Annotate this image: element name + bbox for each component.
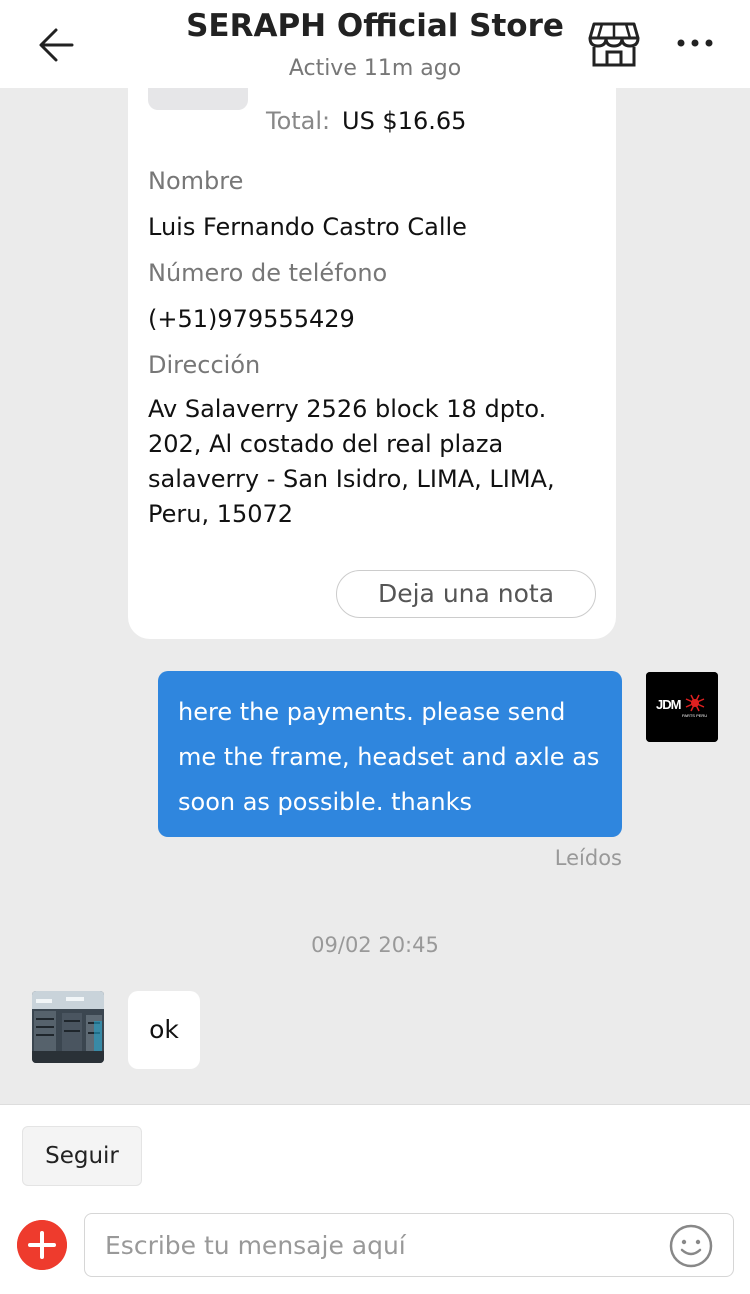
- address-value: Av Salaverry 2526 block 18 dpto. 202, Al…: [148, 395, 555, 528]
- composer-footer: Seguir: [0, 1104, 750, 1294]
- user-avatar[interactable]: JDM PARTS PERU: [646, 672, 718, 742]
- follow-button[interactable]: Seguir: [22, 1126, 142, 1186]
- name-value: Luis Fernando Castro Calle: [148, 213, 467, 241]
- outgoing-message[interactable]: here the payments. please send me the fr…: [158, 671, 622, 837]
- smiley-icon[interactable]: [668, 1223, 714, 1269]
- avatar-logo-text: JDM: [656, 697, 681, 712]
- message-input[interactable]: [84, 1213, 734, 1277]
- incoming-message[interactable]: ok: [128, 991, 200, 1069]
- store-icon[interactable]: [588, 20, 640, 68]
- leave-note-button[interactable]: Deja una nota: [336, 570, 596, 618]
- more-icon[interactable]: [672, 28, 718, 58]
- phone-value: (+51)979555429: [148, 305, 355, 333]
- order-card: Total: US $16.65 Nombre Luis Fernando Ca…: [128, 60, 616, 639]
- total-label: Total:: [266, 107, 331, 135]
- avatar-logo-subtext: PARTS PERU: [682, 713, 707, 718]
- store-avatar[interactable]: [32, 991, 104, 1063]
- message-timestamp: 09/02 20:45: [311, 933, 439, 957]
- read-receipt: Leídos: [554, 846, 622, 870]
- name-label: Nombre: [148, 167, 244, 195]
- address-label: Dirección: [148, 351, 261, 379]
- phone-label: Número de teléfono: [148, 259, 388, 287]
- total-value: US $16.65: [342, 107, 467, 135]
- plus-icon[interactable]: [17, 1220, 67, 1270]
- chat-header: SERAPH Official Store Active 11m ago: [0, 0, 750, 88]
